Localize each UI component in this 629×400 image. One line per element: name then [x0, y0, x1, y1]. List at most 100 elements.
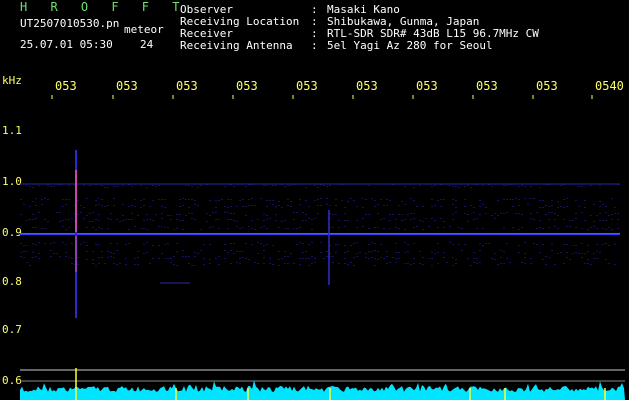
- noise-speck: [365, 199, 367, 200]
- noise-speck: [557, 253, 559, 254]
- spectrogram: [20, 95, 625, 400]
- noise-speck: [194, 252, 196, 253]
- noise-speck: [587, 245, 589, 246]
- noise-speck: [554, 264, 556, 265]
- noise-speck: [209, 244, 211, 245]
- noise-speck: [530, 186, 532, 187]
- noise-speck: [611, 198, 613, 199]
- noise-speck: [473, 207, 475, 208]
- noise-speck: [53, 186, 55, 187]
- noise-speck: [455, 207, 457, 208]
- noise-speck: [113, 205, 115, 206]
- noise-speck: [272, 185, 274, 186]
- noise-speck: [374, 265, 376, 266]
- noise-speck: [308, 206, 310, 207]
- noise-speck: [455, 259, 457, 260]
- noise-speck: [176, 265, 178, 266]
- noise-speck: [179, 199, 181, 200]
- noise-speck: [116, 250, 118, 251]
- noise-speck: [311, 256, 313, 257]
- noise-speck: [485, 213, 487, 214]
- noise-speck: [260, 198, 262, 199]
- noise-speck: [149, 219, 151, 220]
- noise-speck: [377, 251, 379, 252]
- noise-speck: [209, 200, 211, 201]
- noise-speck: [239, 251, 241, 252]
- noise-speck: [356, 256, 358, 257]
- noise-speck: [254, 229, 256, 230]
- noise-speck: [62, 226, 64, 227]
- noise-speck: [497, 215, 499, 216]
- noise-speck: [449, 242, 451, 243]
- noise-speck: [434, 220, 436, 221]
- noise-speck: [164, 199, 166, 200]
- noise-speck: [44, 198, 46, 199]
- noise-speck: [290, 185, 292, 186]
- noise-speck: [155, 186, 157, 187]
- noise-speck: [575, 227, 577, 228]
- noise-speck: [242, 206, 244, 207]
- noise-speck: [500, 250, 502, 251]
- noise-speck: [194, 200, 196, 201]
- noise-speck: [260, 243, 262, 244]
- noise-speck: [260, 227, 262, 228]
- noise-speck: [299, 227, 301, 228]
- noise-speck: [32, 243, 34, 244]
- noise-speck: [296, 228, 298, 229]
- noise-speck: [113, 198, 115, 199]
- noise-speck: [77, 214, 79, 215]
- noise-speck: [233, 220, 235, 221]
- noise-speck: [503, 213, 505, 214]
- noise-speck: [266, 185, 268, 186]
- noise-speck: [305, 251, 307, 252]
- noise-speck: [407, 244, 409, 245]
- noise-speck: [227, 252, 229, 253]
- noise-speck: [254, 262, 256, 263]
- noise-speck: [503, 185, 505, 186]
- noise-speck: [437, 252, 439, 253]
- noise-speck: [239, 263, 241, 264]
- noise-speck: [149, 206, 151, 207]
- noise-speck: [371, 257, 373, 258]
- noise-speck: [56, 212, 58, 213]
- noise-speck: [230, 206, 232, 207]
- noise-speck: [305, 187, 307, 188]
- noise-speck: [347, 251, 349, 252]
- noise-speck: [263, 220, 265, 221]
- noise-speck: [20, 226, 22, 227]
- noise-speck: [257, 253, 259, 254]
- noise-speck: [65, 219, 67, 220]
- noise-speck: [575, 200, 577, 201]
- noise-speck: [599, 252, 601, 253]
- noise-speck: [191, 199, 193, 200]
- noise-speck: [176, 251, 178, 252]
- noise-speck: [275, 206, 277, 207]
- noise-speck: [29, 206, 31, 207]
- noise-speck: [77, 200, 79, 201]
- noise-speck: [251, 244, 253, 245]
- noise-speck: [152, 245, 154, 246]
- noise-speck: [347, 201, 349, 202]
- noise-speck: [38, 212, 40, 213]
- noise-speck: [608, 263, 610, 264]
- noise-speck: [134, 226, 136, 227]
- noise-speck: [530, 258, 532, 259]
- noise-speck: [113, 186, 115, 187]
- noise-speck: [143, 205, 145, 206]
- noise-speck: [131, 205, 133, 206]
- noise-speck: [557, 207, 559, 208]
- noise-speck: [35, 218, 37, 219]
- noise-speck: [524, 263, 526, 264]
- noise-speck: [395, 252, 397, 253]
- noise-speck: [236, 206, 238, 207]
- noise-speck: [344, 258, 346, 259]
- noise-speck: [596, 215, 598, 216]
- noise-speck: [272, 200, 274, 201]
- noise-speck: [116, 243, 118, 244]
- noise-speck: [389, 220, 391, 221]
- noise-speck: [44, 219, 46, 220]
- noise-speck: [413, 200, 415, 201]
- noise-speck: [233, 213, 235, 214]
- noise-speck: [521, 214, 523, 215]
- noise-speck: [605, 259, 607, 260]
